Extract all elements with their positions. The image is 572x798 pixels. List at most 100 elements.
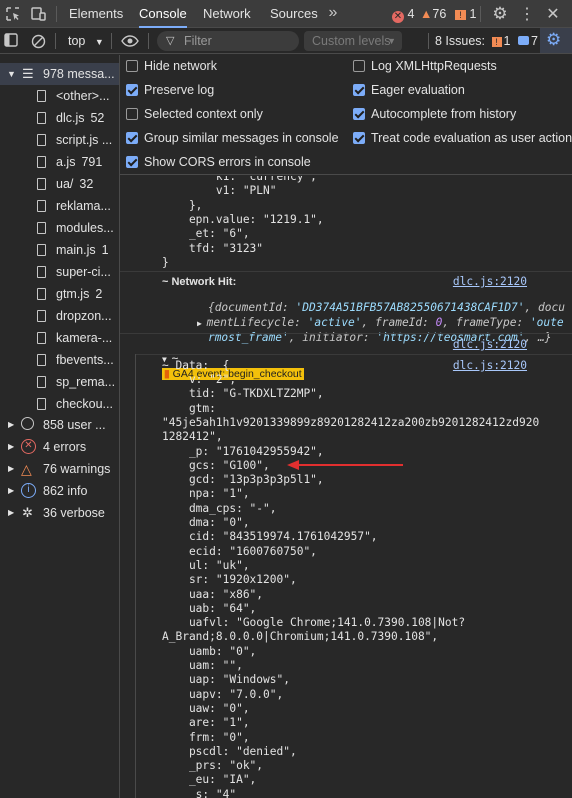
network-hit-object-line2[interactable]: ▶ mentLifecycle: 'active', frameId: 0, f…: [170, 302, 564, 329]
sidebar-file-count: 32: [79, 177, 94, 191]
sidebar-file-label: kamera-...: [56, 331, 113, 345]
issue-count-badge[interactable]: ! 1: [455, 6, 476, 22]
console-toolbar: top ▼ ▽ Filter Custom levels ▼ 8 Issues:…: [0, 28, 572, 54]
data-property-line: 1282412",: [162, 430, 223, 444]
sidebar-file-item[interactable]: <other>...: [0, 85, 119, 107]
list-icon: ☰: [22, 66, 34, 81]
console-settings-panel: Hide network Preserve log Selected conte…: [120, 55, 572, 175]
sidebar-file-count: 791: [81, 155, 103, 169]
console-line: _et: "6",: [162, 227, 250, 241]
warning-count-badge[interactable]: ▲76: [420, 6, 446, 22]
sidebar-file-item[interactable]: ua/32: [0, 173, 119, 195]
sidebar-file-label: checkou...: [56, 397, 113, 411]
sidebar-item-errors[interactable]: ▶ ✕ 4 errors: [0, 436, 119, 458]
context-selector[interactable]: top ▼: [68, 32, 104, 50]
annotation-arrow: [287, 460, 403, 470]
data-property-line: pscdl: "denied",: [162, 744, 297, 758]
console-sidebar: ▼ ☰ 978 messa... <other>... dlc.js 52 scrip…: [0, 55, 120, 798]
expand-arrow-icon: ▶: [8, 464, 15, 473]
sidebar-file-item[interactable]: kamera-...: [0, 327, 119, 349]
ga4-group-header[interactable]: ▼ ~ ▮ GA4 event: begin_checkout: [135, 338, 304, 380]
device-toolbar-icon[interactable]: [29, 5, 47, 23]
inspect-element-icon[interactable]: [4, 5, 22, 23]
sidebar-file-label: dlc.js: [56, 111, 85, 125]
network-hit-object[interactable]: {documentId: 'DD374A51BFB57AB82550671438…: [181, 287, 565, 314]
tab-console[interactable]: Console: [139, 0, 187, 28]
tab-elements[interactable]: Elements: [69, 0, 123, 28]
sidebar-file-label: fbevents...: [56, 353, 114, 367]
sidebar-file-item[interactable]: dlc.js 52: [0, 107, 119, 129]
sidebar-file-item[interactable]: main.js 1: [0, 239, 119, 261]
file-icon: [37, 112, 46, 124]
sidebar-file-label: <other>...: [56, 89, 110, 103]
data-property-line: ecid: "1600760750",: [162, 544, 317, 558]
more-tabs-icon[interactable]: »: [325, 4, 341, 22]
sidebar-file-item[interactable]: gtm.js 2: [0, 283, 119, 305]
console-line: }: [162, 255, 169, 269]
console-line: tfd: "3123": [162, 241, 264, 255]
devtools-tabbar: Elements Console Network Sources » ✕ 4 ▲…: [0, 0, 572, 28]
data-property-line: uaw: "0",: [162, 701, 250, 715]
data-property-line: gcd: "13p3p3p3p5l1",: [162, 473, 324, 487]
close-devtools-icon[interactable]: ✕: [543, 4, 563, 24]
expand-arrow-icon: ▼: [7, 69, 16, 79]
sidebar-file-item[interactable]: a.js 791: [0, 151, 119, 173]
log-levels-dropdown[interactable]: Custom levels ▼: [304, 31, 402, 51]
chevron-down-icon: ▼: [387, 36, 396, 46]
data-property-line: _eu: "IA",: [162, 773, 257, 787]
sidebar-file-item[interactable]: checkou...: [0, 393, 119, 415]
sidebar-item-messages[interactable]: ▼ ☰ 978 messa...: [0, 63, 119, 85]
sidebar-file-count: 52: [90, 111, 105, 125]
console-settings-active[interactable]: ⚙: [540, 28, 572, 53]
sidebar-file-item[interactable]: reklama...: [0, 195, 119, 217]
sidebar-file-item[interactable]: script.js ...: [0, 129, 119, 151]
data-property-line: uam: "",: [162, 659, 243, 672]
chevron-down-icon: ▼: [94, 37, 104, 47]
sidebar-item-info[interactable]: ▶ i 862 info: [0, 480, 119, 502]
data-property-line: v: "2",: [162, 373, 237, 386]
sidebar-file-item[interactable]: super-ci...: [0, 261, 119, 283]
sidebar-file-item[interactable]: dropzon...: [0, 305, 119, 327]
data-property-line: dma_cps: "-",: [162, 501, 277, 515]
sidebar-item-verbose[interactable]: ▶ ✲ 36 verbose: [0, 502, 119, 524]
data-property-line: "45je5ah1h1v9201339899z89201282412za200z…: [162, 415, 540, 429]
sidebar-item-warnings[interactable]: ▶ △ 76 warnings: [0, 458, 119, 480]
file-icon: [37, 90, 46, 102]
expand-arrow-icon: ▶: [8, 508, 15, 517]
issues-counter[interactable]: 8 Issues: ! 1 7: [435, 32, 538, 50]
filter-input[interactable]: ▽ Filter: [157, 31, 299, 51]
clear-console-icon[interactable]: [29, 32, 47, 50]
expand-arrow-icon: ▶: [8, 442, 15, 451]
settings-gear-icon[interactable]: ⚙: [490, 4, 510, 24]
file-icon: [37, 288, 46, 300]
filter-icon: ▽: [166, 35, 175, 47]
console-line: },: [162, 198, 203, 212]
expand-arrow-icon: ▶: [8, 486, 15, 495]
sidebar-file-item[interactable]: modules...: [0, 217, 119, 239]
data-property-line: ul: "uk",: [162, 558, 250, 572]
tab-sources[interactable]: Sources: [270, 0, 318, 28]
source-link[interactable]: dlc.js:2120: [453, 338, 527, 351]
console-line: v1: "PLN": [162, 184, 277, 198]
info-icon: i: [21, 483, 36, 498]
file-icon: [37, 134, 46, 146]
sidebar-file-label: ua/: [56, 177, 74, 191]
sidebar-toggle-icon[interactable]: [3, 32, 19, 48]
sidebar-file-item[interactable]: fbevents...: [0, 349, 119, 371]
sidebar-file-label: super-ci...: [56, 265, 111, 279]
sidebar-file-label: gtm.js: [56, 287, 90, 301]
error-icon: ✕: [21, 439, 36, 454]
sidebar-item-user-messages[interactable]: ▶ 858 user ...: [0, 414, 119, 436]
more-options-icon[interactable]: ⋮: [519, 4, 535, 24]
source-link[interactable]: dlc.js:2120: [453, 359, 527, 372]
data-object-label[interactable]: ~ Data: {: [162, 359, 229, 373]
live-expression-eye-icon[interactable]: [119, 32, 141, 50]
data-property-line: uamb: "0",: [162, 644, 257, 658]
data-property-line: uab: "64",: [162, 601, 257, 615]
data-property-line: are: "1",: [162, 716, 250, 730]
tab-network[interactable]: Network: [203, 0, 251, 28]
error-count-badge[interactable]: ✕ 4: [392, 6, 414, 23]
sidebar-file-item[interactable]: sp_rema...: [0, 371, 119, 393]
bug-icon: ✲: [22, 505, 33, 520]
data-property-line: A_Brand;8.0.0.0|Chromium;141.0.7390.108"…: [162, 630, 439, 644]
